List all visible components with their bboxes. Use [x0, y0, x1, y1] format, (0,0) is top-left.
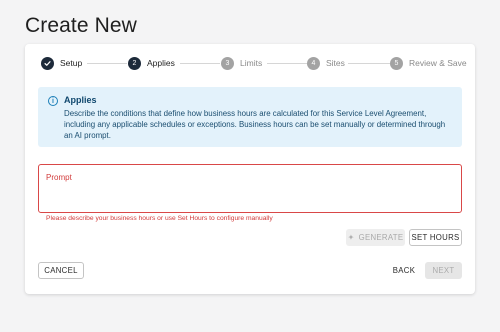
step-limits[interactable]: 3 Limits — [221, 55, 262, 71]
step-number: 4 — [307, 56, 320, 70]
step-label: Setup — [60, 58, 83, 68]
set-hours-button[interactable]: SET HOURS — [409, 229, 462, 246]
step-review-save[interactable]: 5 Review & Save — [390, 55, 467, 71]
step-applies[interactable]: 2 Applies — [128, 55, 175, 71]
prompt-input[interactable]: Prompt — [38, 164, 462, 213]
step-label: Review & Save — [409, 58, 467, 68]
step-connector — [267, 63, 307, 64]
check-icon — [41, 56, 54, 70]
prompt-error-text: Please describe your business hours or u… — [46, 215, 273, 222]
step-number: 3 — [221, 56, 234, 70]
generate-button[interactable]: ✦ GENERATE — [346, 229, 405, 246]
step-connector — [348, 63, 390, 64]
next-button[interactable]: NEXT — [425, 262, 462, 279]
step-number: 5 — [390, 56, 403, 70]
cancel-button[interactable]: CANCEL — [38, 262, 84, 279]
step-number: 2 — [128, 56, 141, 70]
info-alert: i Applies Describe the conditions that d… — [38, 87, 462, 147]
step-setup[interactable]: Setup — [41, 55, 82, 71]
generate-label: GENERATE — [358, 233, 404, 242]
back-button[interactable]: BACK — [385, 262, 423, 279]
step-connector — [180, 63, 220, 64]
info-icon: i — [48, 96, 58, 106]
wizard-card: Setup 2 Applies 3 Limits 4 Sites 5 Revie… — [25, 44, 475, 294]
sparkle-icon: ✦ — [347, 233, 355, 242]
step-sites[interactable]: 4 Sites — [307, 55, 345, 71]
step-connector — [87, 63, 127, 64]
prompt-label: Prompt — [46, 173, 72, 182]
step-label: Limits — [240, 58, 263, 68]
step-label: Sites — [326, 58, 345, 68]
info-description: Describe the conditions that define how … — [64, 109, 446, 140]
stepper: Setup 2 Applies 3 Limits 4 Sites 5 Revie… — [41, 55, 467, 71]
step-label: Applies — [147, 58, 175, 68]
info-title: Applies — [64, 95, 97, 105]
page-title: Create New — [25, 14, 137, 37]
